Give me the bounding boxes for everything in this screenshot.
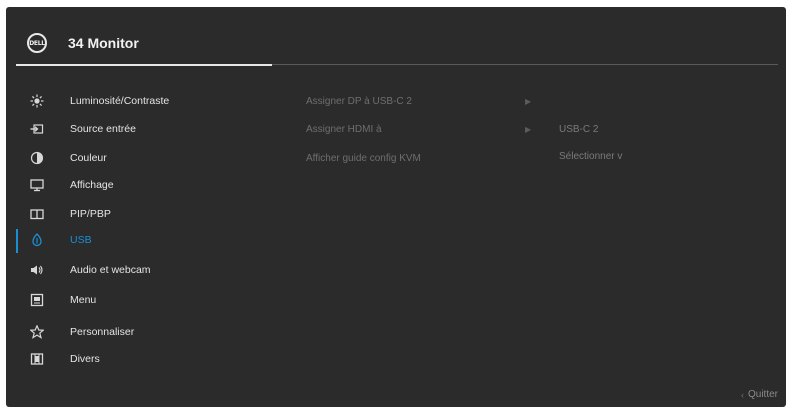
- menu-item-label: PIP/PBP: [70, 208, 111, 220]
- value-select[interactable]: Sélectionner v: [559, 143, 719, 169]
- logo-text: DELL: [29, 39, 45, 47]
- menu-item-audio-webcam[interactable]: Audio et webcam: [6, 257, 266, 283]
- submenu-item-label: Afficher guide config KVM: [306, 152, 421, 164]
- submenu-item-assign-hdmi[interactable]: Assigner HDMI à ▶: [306, 116, 546, 142]
- value-usb-c2[interactable]: USB-C 2: [559, 116, 719, 142]
- dell-logo: DELL: [27, 33, 47, 53]
- menu-icon: [30, 293, 44, 307]
- menu-item-label: Divers: [70, 353, 100, 365]
- menu-item-pip-pbp[interactable]: PIP/PBP: [6, 201, 266, 227]
- submenu-item-label: Assigner HDMI à: [306, 123, 382, 135]
- star-icon: [30, 325, 44, 339]
- osd-header: DELL 34 Monitor: [6, 7, 786, 67]
- menu-item-personalize[interactable]: Personnaliser: [6, 319, 266, 345]
- chevron-right-icon: ▶: [525, 96, 532, 106]
- display-icon: [30, 178, 44, 192]
- menu-item-color[interactable]: Couleur: [6, 145, 266, 171]
- chevron-right-icon: ▶: [525, 124, 532, 134]
- menu-item-label: Source entrée: [70, 123, 136, 135]
- menu-item-label: Couleur: [70, 152, 107, 164]
- back-chevron-icon: ‹: [740, 389, 744, 400]
- pip-pbp-icon: [30, 207, 44, 221]
- active-indicator: [16, 229, 18, 253]
- menu-item-label: Affichage: [70, 179, 114, 191]
- header-divider: [272, 64, 778, 65]
- quit-button[interactable]: ‹ Quitter: [741, 389, 778, 400]
- color-icon: [30, 151, 44, 165]
- menu-item-others[interactable]: Divers: [6, 346, 266, 372]
- input-source-icon: [30, 122, 44, 136]
- usb-icon: [30, 233, 44, 247]
- menu-item-display[interactable]: Affichage: [6, 172, 266, 198]
- menu-item-input-source[interactable]: Source entrée: [6, 116, 266, 142]
- submenu-item-kvm-guide[interactable]: Afficher guide config KVM: [306, 145, 546, 171]
- menu-item-menu[interactable]: Menu: [6, 287, 266, 313]
- submenu-item-label: Assigner DP à USB-C 2: [306, 95, 412, 107]
- quit-label: Quitter: [747, 389, 778, 400]
- menu-item-usb[interactable]: USB: [6, 227, 266, 253]
- submenu-item-assign-dp[interactable]: Assigner DP à USB-C 2 ▶: [306, 88, 546, 114]
- others-icon: [30, 352, 44, 366]
- menu-item-label: Luminosité/Contraste: [70, 95, 170, 107]
- menu-item-label: Audio et webcam: [70, 264, 151, 276]
- menu-item-label: USB: [70, 234, 92, 246]
- audio-webcam-icon: [30, 263, 44, 277]
- menu-item-label: Menu: [70, 294, 97, 306]
- menu-item-label: Personnaliser: [70, 326, 135, 338]
- monitor-title: 34 Monitor: [68, 35, 139, 51]
- menu-item-brightness-contrast[interactable]: Luminosité/Contraste: [6, 88, 266, 114]
- brightness-icon: [30, 94, 44, 108]
- header-divider-active: [16, 64, 272, 66]
- monitor-osd-panel: DELL 34 Monitor Luminosité/Contraste Sou…: [6, 7, 786, 407]
